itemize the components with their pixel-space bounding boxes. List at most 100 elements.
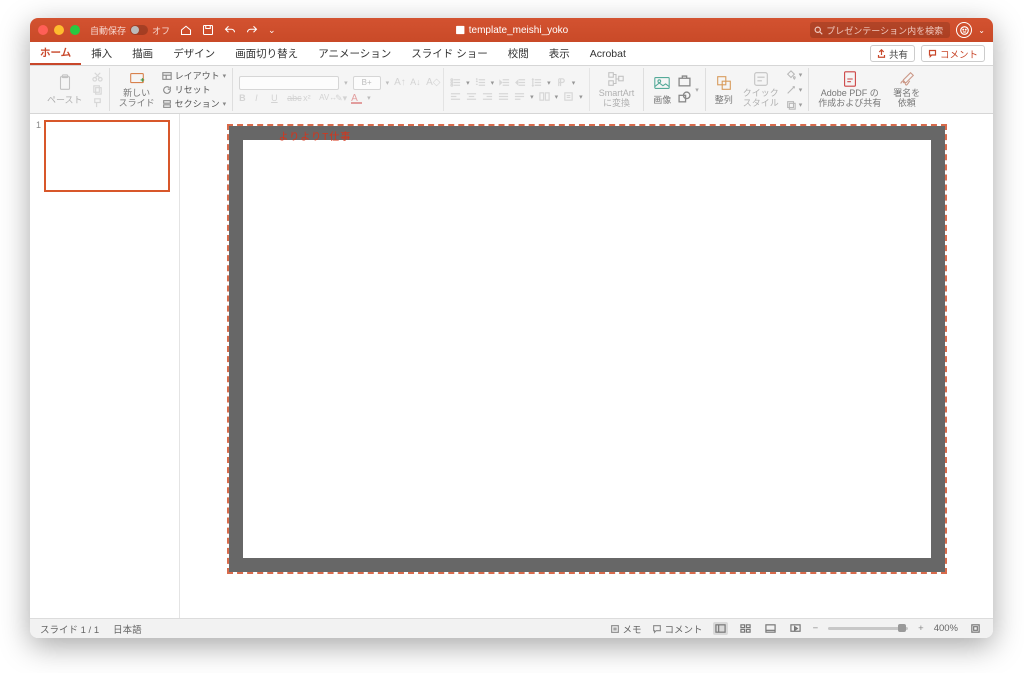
arrange-group: 整列 クイック スタイル ▾ ▾ ▾ — [706, 68, 810, 111]
quickstyle-button[interactable]: クイック スタイル — [740, 68, 782, 111]
shapes-icon[interactable] — [678, 91, 691, 104]
align-left-icon[interactable] — [450, 91, 461, 102]
slide-content[interactable] — [243, 140, 931, 558]
language-indicator[interactable]: 日本語 — [113, 622, 142, 636]
line-spacing-icon[interactable] — [531, 77, 542, 88]
normal-view-icon — [715, 623, 726, 634]
tab-slideshow[interactable]: スライド ショー — [401, 42, 497, 65]
comment-status-icon — [652, 624, 662, 634]
copy-icon[interactable] — [92, 84, 103, 95]
redo-icon[interactable] — [246, 24, 258, 36]
save-icon[interactable] — [202, 24, 214, 36]
account-button[interactable] — [956, 22, 972, 38]
decrease-font-icon[interactable]: A↓ — [410, 77, 421, 88]
align-text-icon[interactable] — [563, 91, 574, 102]
zoom-level[interactable]: 400% — [934, 623, 958, 634]
undo-icon[interactable] — [224, 24, 236, 36]
font-color-icon[interactable]: A — [351, 93, 362, 104]
indent-inc-icon[interactable] — [515, 77, 526, 88]
numbering-icon[interactable] — [475, 77, 486, 88]
clear-format-icon[interactable]: A◇ — [426, 77, 437, 88]
reading-view-icon — [765, 623, 776, 634]
font-family-input[interactable] — [239, 76, 339, 90]
arrange-icon — [715, 74, 733, 92]
autosave-toggle[interactable]: 自動保存 オフ — [90, 24, 170, 37]
tab-view[interactable]: 表示 — [539, 42, 580, 65]
tab-review[interactable]: 校閲 — [498, 42, 539, 65]
tab-design[interactable]: デザイン — [163, 42, 225, 65]
reset-icon — [162, 85, 172, 95]
signature-button[interactable]: 署名を 依頼 — [890, 70, 923, 109]
tab-insert[interactable]: 挿入 — [81, 42, 122, 65]
paste-button[interactable]: ペースト — [44, 74, 86, 106]
section-button[interactable]: セクション▾ — [162, 97, 227, 110]
indent-dec-icon[interactable] — [499, 77, 510, 88]
superscript-icon[interactable]: x² — [303, 93, 314, 104]
shape-effects-button[interactable]: ▾ — [786, 98, 803, 111]
fit-to-window-button[interactable] — [968, 622, 983, 635]
sorter-view-button[interactable] — [738, 622, 753, 635]
tab-acrobat[interactable]: Acrobat — [580, 42, 636, 65]
normal-view-button[interactable] — [713, 622, 728, 635]
adobe-pdf-button[interactable]: Adobe PDF の 作成および共有 — [815, 70, 884, 109]
slide-selection[interactable]: よりよりT仕事 — [227, 124, 947, 574]
strike-icon[interactable]: abc — [287, 93, 298, 104]
ribbon-tabs: ホーム 挿入 描画 デザイン 画面切り替え アニメーション スライド ショー 校… — [30, 42, 993, 66]
tab-draw[interactable]: 描画 — [122, 42, 163, 65]
smartart-button[interactable]: SmartArt に変換 — [596, 70, 638, 109]
zoom-slider[interactable] — [828, 627, 908, 630]
tab-transitions[interactable]: 画面切り替え — [225, 42, 308, 65]
zoom-out-button[interactable]: − — [813, 623, 819, 634]
shape-outline-button[interactable]: ▾ — [786, 83, 803, 96]
minimize-window-icon[interactable] — [54, 25, 64, 35]
italic-icon[interactable]: I — [255, 93, 266, 104]
tab-animations[interactable]: アニメーション — [308, 42, 401, 65]
reading-view-button[interactable] — [763, 622, 778, 635]
share-icon — [877, 49, 886, 58]
align-right-icon[interactable] — [482, 91, 493, 102]
outline-icon — [786, 85, 796, 95]
increase-font-icon[interactable]: A↑ — [394, 77, 405, 88]
fullscreen-window-icon[interactable] — [70, 25, 80, 35]
columns-icon[interactable] — [539, 91, 550, 102]
reset-button[interactable]: リセット — [162, 83, 227, 96]
arrange-button[interactable]: 整列 — [712, 68, 736, 111]
slide-canvas-area[interactable]: よりよりT仕事 — [180, 114, 993, 618]
font-size-input[interactable]: B+ — [353, 76, 381, 90]
distribute-icon[interactable] — [514, 91, 525, 102]
notes-button[interactable]: メモ — [610, 622, 642, 636]
layout-button[interactable]: レイアウト▾ — [162, 69, 227, 82]
cut-icon[interactable] — [92, 71, 103, 82]
spacing-icon[interactable]: AV↔ — [319, 93, 330, 104]
share-button[interactable]: 共有 — [870, 45, 915, 62]
underline-icon[interactable]: U — [271, 93, 282, 104]
bullets-icon[interactable] — [450, 77, 461, 88]
textbox-icon[interactable] — [678, 75, 691, 88]
justify-icon[interactable] — [498, 91, 509, 102]
tab-home[interactable]: ホーム — [30, 42, 81, 65]
text-direction-icon[interactable] — [556, 77, 567, 88]
format-painter-icon[interactable] — [92, 97, 103, 108]
home-icon[interactable] — [180, 24, 192, 36]
zoom-in-button[interactable]: + — [918, 623, 924, 634]
autosave-label: 自動保存 — [90, 24, 126, 37]
slide-frame — [229, 126, 945, 572]
new-slide-button[interactable]: 新しい スライド — [116, 69, 158, 110]
search-input[interactable]: プレゼンテーション内を検索 — [810, 22, 950, 38]
window-controls — [30, 25, 80, 35]
shape-fill-button[interactable]: ▾ — [786, 68, 803, 81]
comments-button[interactable]: コメント — [921, 45, 985, 62]
align-center-icon[interactable] — [466, 91, 477, 102]
thumbnail-1[interactable]: 1 — [36, 120, 173, 192]
slide-thumbnails-panel[interactable]: 1 — [30, 114, 180, 618]
qat-more-icon[interactable]: ⌄ — [268, 25, 276, 36]
paragraph-group: ▾ ▾ ▾ ▾ ▾ ▾ ▾ — [444, 68, 590, 111]
close-window-icon[interactable] — [38, 25, 48, 35]
document-title: template_meishi_yoko — [455, 25, 569, 36]
slideshow-view-button[interactable] — [788, 622, 803, 635]
ribbon-collapse-icon[interactable]: ⌄ — [978, 26, 985, 35]
comments-status-button[interactable]: コメント — [652, 622, 703, 636]
picture-button[interactable]: 画像 — [650, 74, 674, 106]
bold-icon[interactable]: B — [239, 93, 250, 104]
highlight-icon[interactable]: ✎▾ — [335, 93, 346, 104]
